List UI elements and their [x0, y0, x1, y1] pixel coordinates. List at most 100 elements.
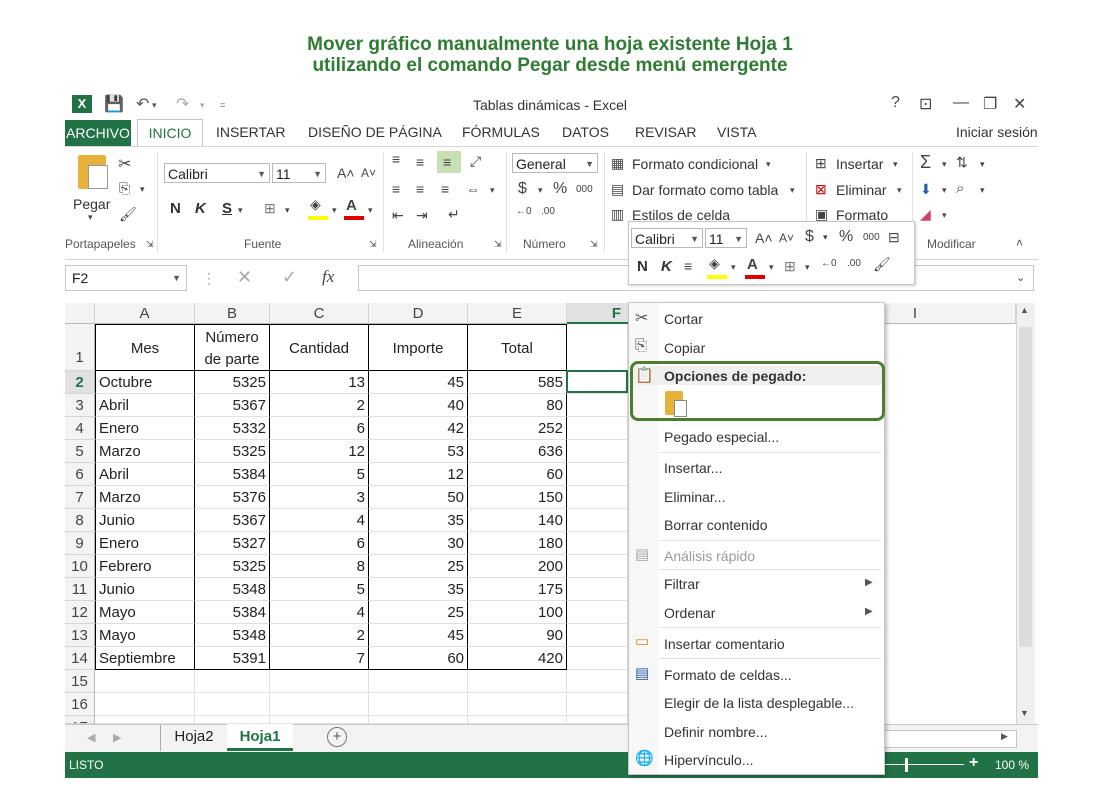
find-dropdown-icon[interactable]: ▾: [980, 185, 985, 196]
table-cell[interactable]: Mayo: [95, 624, 195, 647]
table-cell[interactable]: 6: [270, 417, 369, 440]
scroll-right-icon[interactable]: ▶: [1001, 731, 1008, 742]
insert-function-button[interactable]: fx: [322, 267, 334, 287]
table-cell[interactable]: Junio: [95, 578, 195, 601]
collapse-ribbon-icon[interactable]: ˄: [1016, 236, 1023, 250]
row-header[interactable]: 4: [65, 417, 95, 440]
table-cell[interactable]: Septiembre: [95, 647, 195, 670]
portapapeles-launcher-icon[interactable]: ⇲: [146, 239, 154, 250]
menu-item-insertar-comentario[interactable]: Insertar comentario: [664, 636, 785, 652]
minimize-icon[interactable]: —: [953, 94, 969, 112]
help-button[interactable]: ?: [891, 94, 900, 112]
table-cell[interactable]: [567, 532, 628, 555]
table-cell[interactable]: 150: [468, 486, 567, 509]
menu-item-ordenar[interactable]: Ordenar: [664, 605, 715, 621]
table-cell[interactable]: [95, 716, 195, 724]
increase-indent-icon[interactable]: ⇥: [416, 207, 428, 224]
format-painter-icon[interactable]: 🖌: [119, 206, 137, 223]
column-header-e[interactable]: E: [468, 303, 567, 324]
table-cell[interactable]: [567, 647, 628, 670]
row-header[interactable]: 2: [65, 371, 95, 394]
mini-merge-icon[interactable]: ⊟: [888, 229, 900, 246]
sort-filter-icon[interactable]: ⇅: [956, 154, 968, 171]
scroll-thumb[interactable]: [1019, 327, 1032, 647]
menu-item-hipervinculo[interactable]: Hipervínculo...: [664, 752, 753, 768]
redo-icon[interactable]: ↷: [176, 94, 189, 114]
tab-archivo[interactable]: ARCHIVO: [65, 120, 131, 146]
tab-vista[interactable]: VISTA: [717, 124, 756, 140]
menu-item-eliminar[interactable]: Eliminar...: [664, 489, 725, 505]
header-cell-numero-parte[interactable]: Número de parte: [195, 324, 270, 371]
italic-button[interactable]: K: [195, 200, 206, 217]
row-header[interactable]: 14: [65, 647, 95, 670]
table-cell[interactable]: 25: [369, 555, 468, 578]
fill-color-icon[interactable]: ◈: [310, 196, 321, 213]
table-cell[interactable]: [567, 440, 628, 463]
column-header-i[interactable]: I: [885, 303, 945, 324]
row-header[interactable]: 12: [65, 601, 95, 624]
zoom-slider-track[interactable]: [884, 764, 964, 765]
table-cell[interactable]: 45: [369, 624, 468, 647]
scroll-up-icon[interactable]: ▲: [1020, 305, 1029, 315]
header-cell-cantidad[interactable]: Cantidad: [270, 324, 369, 371]
increase-font-icon[interactable]: A˄: [337, 165, 355, 181]
table-cell[interactable]: [95, 670, 195, 693]
table-cell[interactable]: Abril: [95, 394, 195, 417]
table-cell[interactable]: 12: [270, 440, 369, 463]
column-header-c[interactable]: C: [270, 303, 369, 324]
table-cell[interactable]: [195, 693, 270, 716]
bold-button[interactable]: N: [170, 200, 181, 217]
mini-font-name-combo[interactable]: Calibri ▼: [631, 228, 703, 248]
table-cell[interactable]: Mayo: [95, 601, 195, 624]
menu-item-elegir-lista[interactable]: Elegir de la lista desplegable...: [664, 695, 854, 711]
table-cell[interactable]: 5348: [195, 578, 270, 601]
thousands-icon[interactable]: 000: [576, 184, 593, 195]
table-cell[interactable]: [270, 670, 369, 693]
cell-f1[interactable]: [567, 324, 628, 371]
table-cell[interactable]: 5327: [195, 532, 270, 555]
align-center-icon[interactable]: ≡: [416, 181, 424, 197]
row-header[interactable]: 16: [65, 693, 95, 716]
table-cell[interactable]: 2: [270, 394, 369, 417]
decrease-indent-icon[interactable]: ⇤: [392, 207, 404, 224]
table-cell[interactable]: 5384: [195, 463, 270, 486]
cut-icon[interactable]: ✂: [118, 154, 131, 174]
table-cell[interactable]: 6: [270, 532, 369, 555]
menu-item-insertar[interactable]: Insertar...: [664, 460, 722, 476]
mini-bold-button[interactable]: N: [637, 258, 648, 275]
mini-font-color-icon[interactable]: A: [747, 256, 758, 273]
mini-borders-dropdown-icon[interactable]: ▾: [805, 262, 810, 273]
table-cell[interactable]: 5376: [195, 486, 270, 509]
menu-item-definir-nombre[interactable]: Definir nombre...: [664, 724, 767, 740]
table-cell[interactable]: [567, 693, 628, 716]
table-cell[interactable]: 200: [468, 555, 567, 578]
mini-decrease-font-icon[interactable]: A˅: [779, 231, 794, 245]
table-cell[interactable]: 100: [468, 601, 567, 624]
table-cell[interactable]: 5391: [195, 647, 270, 670]
table-cell[interactable]: 5367: [195, 509, 270, 532]
percent-icon[interactable]: %: [553, 180, 567, 198]
table-cell[interactable]: [567, 555, 628, 578]
table-cell[interactable]: 180: [468, 532, 567, 555]
table-cell[interactable]: 252: [468, 417, 567, 440]
row-header[interactable]: 11: [65, 578, 95, 601]
table-cell[interactable]: 8: [270, 555, 369, 578]
table-cell[interactable]: 5384: [195, 601, 270, 624]
underline-button[interactable]: S: [222, 200, 232, 217]
header-cell-total[interactable]: Total: [468, 324, 567, 371]
menu-item-pegado-especial[interactable]: Pegado especial...: [664, 429, 779, 445]
table-cell[interactable]: 5325: [195, 371, 270, 394]
align-left-icon[interactable]: ≡: [392, 181, 400, 197]
mini-currency-dropdown-icon[interactable]: ▾: [823, 232, 828, 243]
underline-dropdown-icon[interactable]: ▾: [238, 205, 243, 216]
menu-item-filtrar[interactable]: Filtrar: [664, 576, 700, 592]
column-header-d[interactable]: D: [369, 303, 468, 324]
sign-in-link[interactable]: Iniciar sesión: [956, 124, 1038, 140]
tab-inicio[interactable]: INICIO: [137, 119, 203, 147]
row-header[interactable]: 6: [65, 463, 95, 486]
copy-dropdown-icon[interactable]: ▾: [140, 184, 145, 195]
table-cell[interactable]: [567, 624, 628, 647]
table-cell[interactable]: Marzo: [95, 486, 195, 509]
orientation-icon[interactable]: ⤢: [470, 153, 481, 170]
table-cell[interactable]: 4: [270, 509, 369, 532]
